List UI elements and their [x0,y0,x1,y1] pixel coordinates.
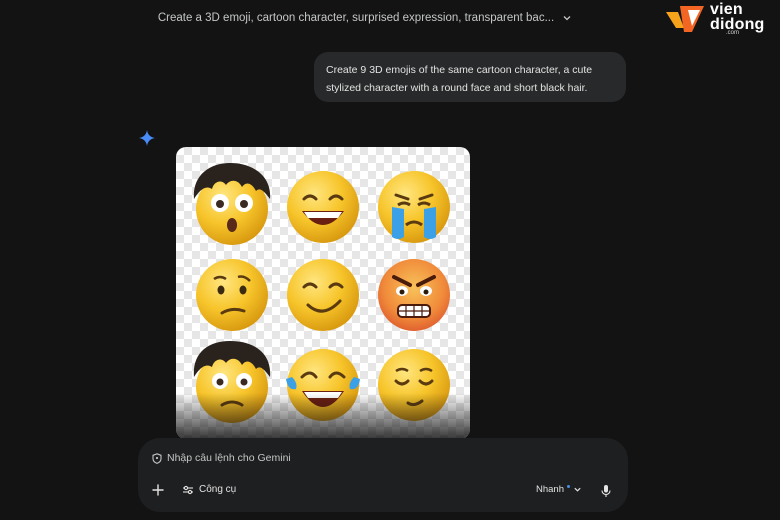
image-fade-overlay [176,393,470,439]
prompt-input[interactable]: Nhập câu lệnh cho Gemini [152,452,291,464]
shield-icon [152,452,162,464]
emoji-smiling [287,259,359,331]
chevron-down-icon [574,487,581,492]
tools-label: Công cụ [199,484,237,495]
conversation-title-button[interactable]: Create a 3D emoji, cartoon character, su… [158,12,572,24]
sparkle-icon [139,130,155,146]
tools-button[interactable]: Công cụ [182,484,236,495]
emoji-crying [378,171,450,243]
chevron-down-icon [563,16,571,21]
mic-icon[interactable] [600,484,612,498]
emoji-surprised-with-hair [193,163,271,245]
add-button[interactable] [150,482,166,498]
emoji-angry [378,259,450,331]
prompt-composer: Nhập câu lệnh cho Gemini Công cụ Nhanh [138,438,628,512]
generated-image[interactable] [176,147,470,439]
prompt-placeholder: Nhập câu lệnh cho Gemini [167,452,291,464]
mode-indicator-dot [567,485,570,488]
logo-mark-icon [666,6,704,32]
user-message: Create 9 3D emojis of the same cartoon c… [314,52,626,102]
logo-domain: .com [726,30,740,36]
sliders-icon [183,485,193,494]
conversation-title: Create a 3D emoji, cartoon character, su… [157,12,555,24]
mode-selector[interactable]: Nhanh [536,484,582,495]
mode-label: Nhanh [536,484,564,495]
plus-icon [152,484,164,496]
emoji-confused [196,259,268,331]
logo-wordmark: vien didong [710,1,765,33]
emoji-grinning [287,171,359,243]
brand-logo: vien didong .com [664,2,776,38]
top-bar: Create a 3D emoji, cartoon character, su… [0,0,780,36]
